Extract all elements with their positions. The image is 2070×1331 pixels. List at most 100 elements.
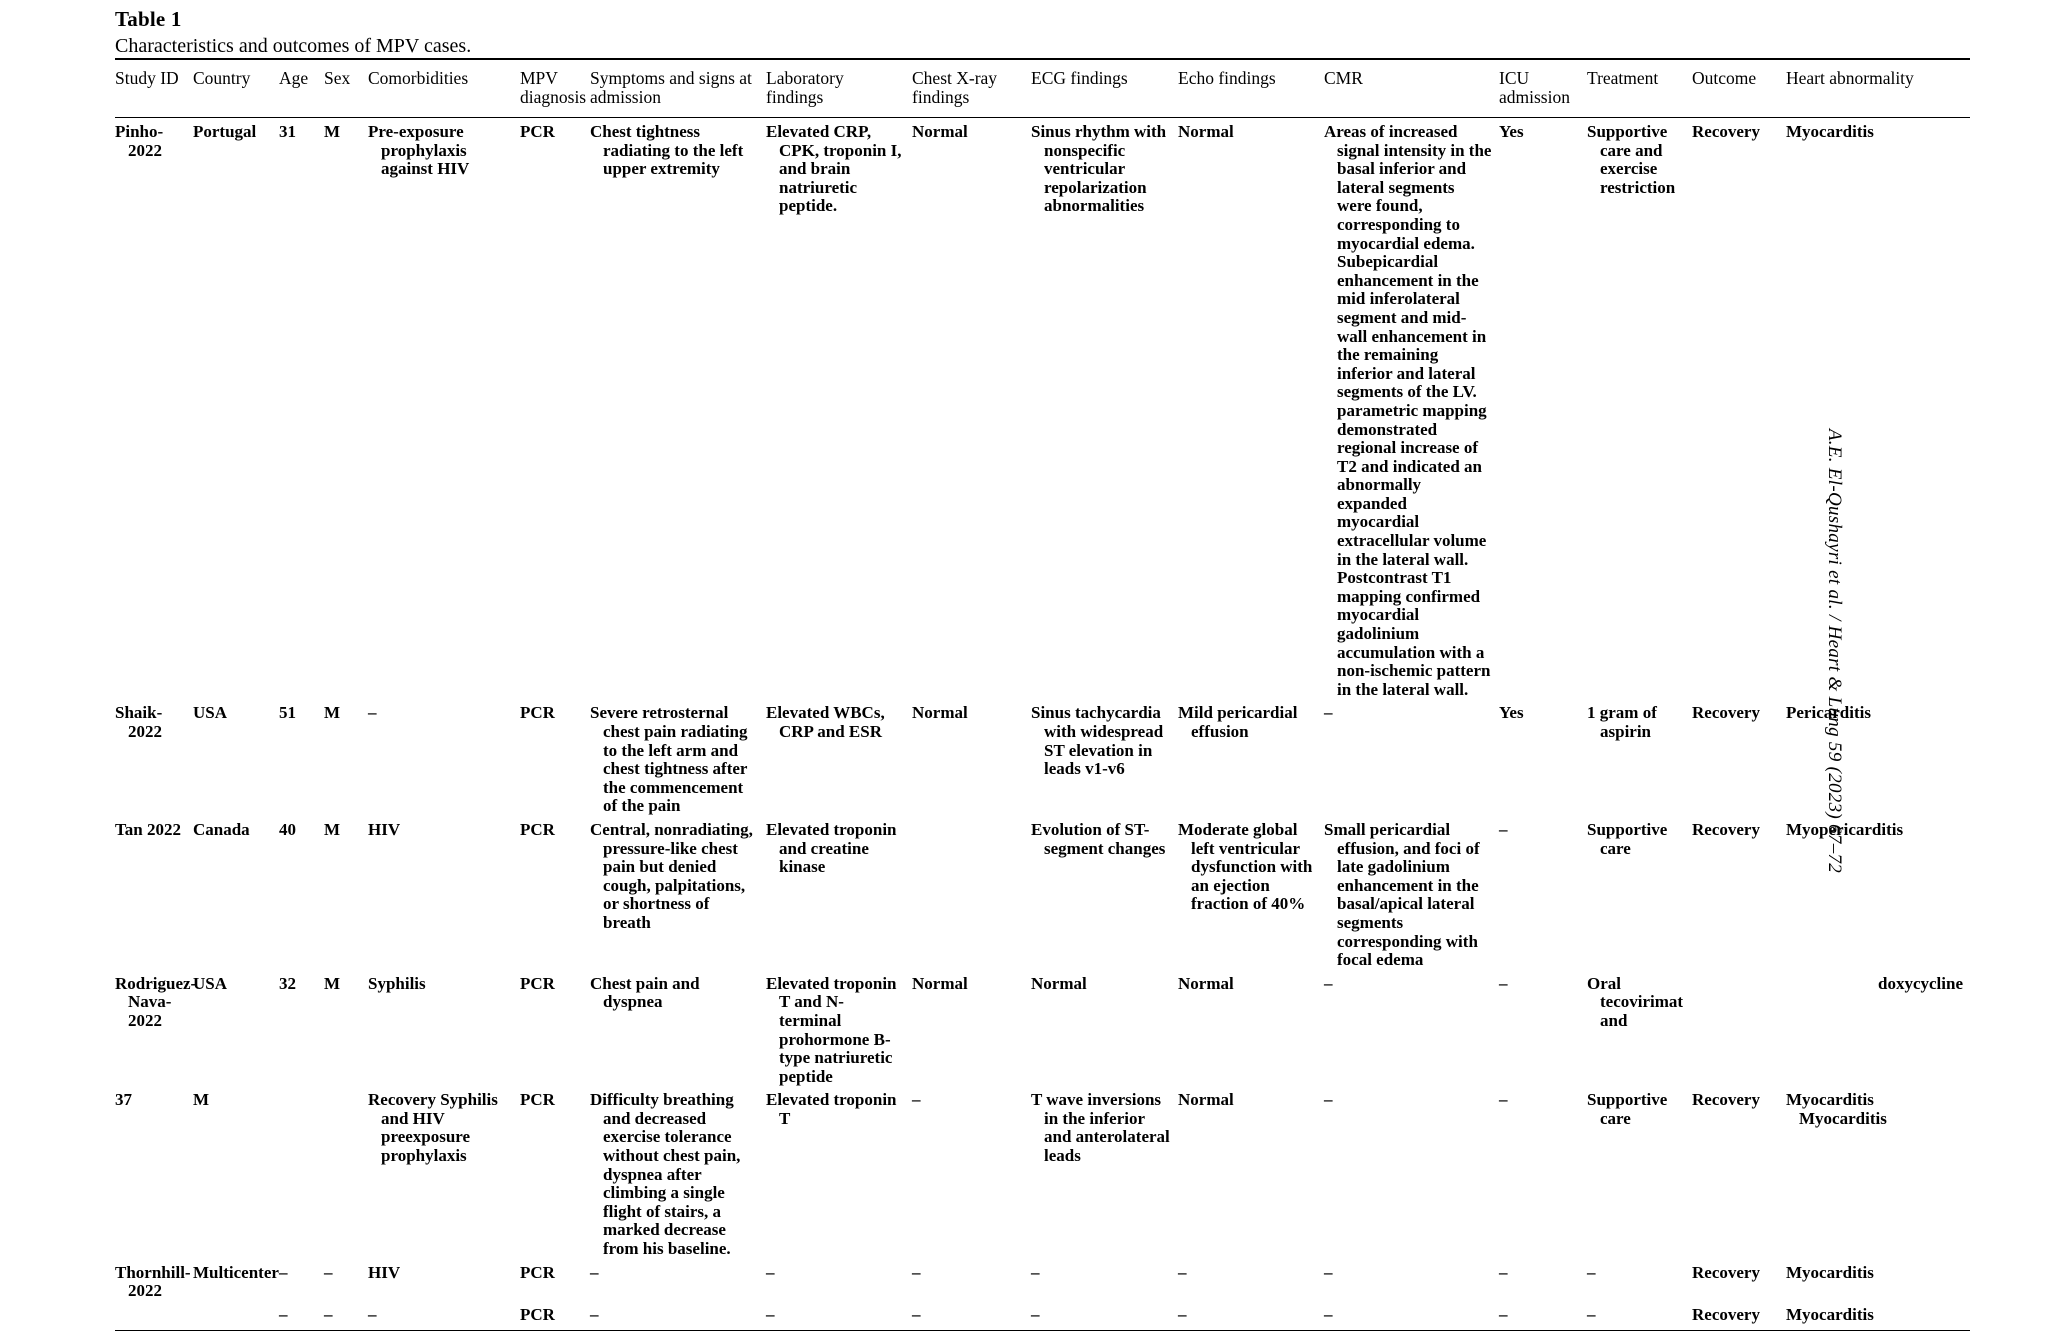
cell-icu: – bbox=[1499, 1262, 1508, 1282]
table-number-label: Table 1 bbox=[115, 7, 182, 31]
col-header-comorbidities: Comorbidities bbox=[368, 58, 520, 118]
table-row: Thornhill-2022 Multicenter – – HIV PCR –… bbox=[115, 1259, 1970, 1301]
cell-age: 31 bbox=[279, 122, 296, 141]
cell-symptoms: Chest pain and dyspnea bbox=[590, 973, 700, 1012]
col-header-treatment: Treatment bbox=[1587, 58, 1692, 118]
cell-echo: Normal bbox=[1178, 122, 1234, 141]
table-caption-text: Characteristics and outcomes of MPV case… bbox=[115, 35, 472, 57]
cell-mpv-diagnosis: PCR bbox=[520, 1304, 555, 1324]
cell-study-id: Thornhill-2022 bbox=[115, 1262, 191, 1301]
cell-study-id: Rodriguez-Nava-2022 bbox=[115, 973, 197, 1030]
cell-symptoms: Central, nonradiating, pressure-like che… bbox=[590, 819, 753, 932]
cell-study-id bbox=[115, 1301, 193, 1329]
characteristics-table: Study ID Country Age Sex Comorbidities M… bbox=[115, 58, 1970, 1328]
table-row: 37 M Recovery Syphilis and HIV preexposu… bbox=[115, 1086, 1970, 1258]
cell-study-id: 37 bbox=[115, 1090, 132, 1110]
cell-country: USA bbox=[193, 703, 228, 723]
cell-ecg: – bbox=[1031, 1262, 1040, 1282]
cell-heart-abnormality: Myocarditis Myocarditis bbox=[1786, 1090, 1887, 1128]
cell-study-id: Tan 2022 bbox=[115, 819, 181, 839]
cell-icu: – bbox=[1499, 819, 1508, 839]
cell-heart-abnormality: Myopericarditis bbox=[1786, 819, 1904, 839]
cell-symptoms: Difficulty breathing and decreased exerc… bbox=[590, 1090, 741, 1259]
cell-mpv-diagnosis: PCR bbox=[520, 973, 555, 993]
cell-chest-xray bbox=[912, 816, 1031, 970]
table-header-row: Study ID Country Age Sex Comorbidities M… bbox=[115, 58, 1970, 118]
cell-study-id: Shaik-2022 bbox=[115, 703, 163, 741]
cell-sex: – bbox=[324, 1262, 333, 1282]
cell-heart-abnormality: Myocarditis bbox=[1786, 122, 1874, 141]
cell-comorbidities: – bbox=[368, 703, 377, 723]
col-header-echo: Echo findings bbox=[1178, 58, 1324, 118]
col-header-study-id: Study ID bbox=[115, 58, 193, 118]
cell-country: M bbox=[193, 1090, 210, 1110]
cell-age: 40 bbox=[279, 819, 296, 839]
cell-comorbidities: – bbox=[368, 1304, 377, 1324]
table-body: Pinho-2022 Portugal 31 M Pre-exposure pr… bbox=[115, 118, 1970, 1329]
cell-treatment: Oral tecovirimat and bbox=[1587, 973, 1684, 1030]
document-page: Table 1 Characteristics and outcomes of … bbox=[0, 0, 2070, 1331]
col-header-symptoms: Symptoms and signs at admission bbox=[590, 58, 766, 118]
col-header-sex: Sex bbox=[324, 58, 368, 118]
cell-country: Multicenter bbox=[193, 1262, 279, 1282]
cell-treatment: Supportive care bbox=[1587, 1090, 1668, 1128]
cell-heart-abnormality: Myocarditis bbox=[1786, 1304, 1874, 1324]
cell-echo: Moderate global left ventricular dysfunc… bbox=[1178, 819, 1313, 914]
cell-ecg: Sinus rhythm with nonspecific ventricula… bbox=[1031, 122, 1167, 216]
cell-treatment: Supportive care bbox=[1587, 819, 1668, 858]
cell-comorbidities: Recovery Syphilis and HIV preexposure pr… bbox=[368, 1090, 498, 1166]
cell-age: – bbox=[279, 1304, 288, 1324]
cell-sex: M bbox=[324, 122, 341, 141]
cell-sex bbox=[324, 1086, 368, 1258]
cell-outcome: Recovery bbox=[1692, 1304, 1760, 1324]
cell-outcome: Recovery bbox=[1692, 819, 1760, 839]
cell-age: 51 bbox=[279, 703, 296, 723]
cell-treatment: 1 gram of aspirin bbox=[1587, 703, 1657, 741]
cell-laboratory: – bbox=[766, 1304, 775, 1324]
cell-chest-xray: Normal bbox=[912, 703, 968, 723]
col-header-ecg: ECG findings bbox=[1031, 58, 1178, 118]
cell-echo: Normal bbox=[1178, 973, 1234, 993]
cell-ecg: T wave inversions in the inferior and an… bbox=[1031, 1090, 1170, 1166]
table-caption-block: Table 1 Characteristics and outcomes of … bbox=[115, 6, 1965, 59]
cell-ecg: Sinus tachycardia with widespread ST ele… bbox=[1031, 703, 1164, 779]
cell-cmr: – bbox=[1324, 973, 1333, 993]
col-header-icu: ICU admission bbox=[1499, 58, 1587, 118]
cell-sex: – bbox=[324, 1304, 333, 1324]
cell-cmr: Small pericardial effusion, and foci of … bbox=[1324, 819, 1480, 970]
cell-echo: – bbox=[1178, 1262, 1187, 1282]
cell-country bbox=[193, 1301, 279, 1329]
cell-mpv-diagnosis: PCR bbox=[520, 122, 555, 141]
col-header-laboratory: Laboratory findings bbox=[766, 58, 912, 118]
cell-comorbidities: Syphilis bbox=[368, 973, 426, 993]
col-header-chest-xray: Chest X-ray findings bbox=[912, 58, 1031, 118]
cell-cmr: – bbox=[1324, 1262, 1333, 1282]
cell-treatment: Supportive care and exercise restriction bbox=[1587, 122, 1676, 197]
cell-icu: Yes bbox=[1499, 703, 1524, 723]
cell-symptoms: Severe retrosternal chest pain radiating… bbox=[590, 703, 748, 816]
cell-laboratory: Elevated troponin T bbox=[766, 1090, 897, 1128]
cell-icu: – bbox=[1499, 1304, 1508, 1324]
cell-country: USA bbox=[193, 973, 228, 993]
cell-outcome: Recovery bbox=[1692, 122, 1760, 141]
cell-ecg: – bbox=[1031, 1304, 1040, 1324]
cell-laboratory: Elevated troponin and creatine kinase bbox=[766, 819, 897, 877]
cell-echo: – bbox=[1178, 1304, 1187, 1324]
cell-age bbox=[279, 1086, 324, 1258]
cell-mpv-diagnosis: PCR bbox=[520, 1090, 555, 1110]
table-row: Tan 2022 Canada 40 M HIV PCR Central, no… bbox=[115, 816, 1970, 970]
cell-chest-xray: – bbox=[912, 1090, 921, 1110]
cell-heart-abnormality: Pericarditis bbox=[1786, 703, 1871, 723]
cell-treatment: – bbox=[1587, 1304, 1596, 1324]
col-header-cmr: CMR bbox=[1324, 58, 1499, 118]
col-header-heart-abnormality: Heart abnormality bbox=[1786, 58, 1970, 118]
cell-outcome: Recovery bbox=[1692, 1090, 1760, 1110]
cell-chest-xray: – bbox=[912, 1304, 921, 1324]
cell-country: Canada bbox=[193, 819, 250, 839]
cell-country: Portugal bbox=[193, 122, 257, 141]
cell-icu: – bbox=[1499, 973, 1508, 993]
cell-outcome bbox=[1692, 970, 1786, 1087]
running-head: A.E. El-Qushayri et al. / Heart & Lung 5… bbox=[1823, 428, 1845, 874]
cell-chest-xray: Normal bbox=[912, 973, 968, 993]
cell-cmr: – bbox=[1324, 703, 1333, 723]
